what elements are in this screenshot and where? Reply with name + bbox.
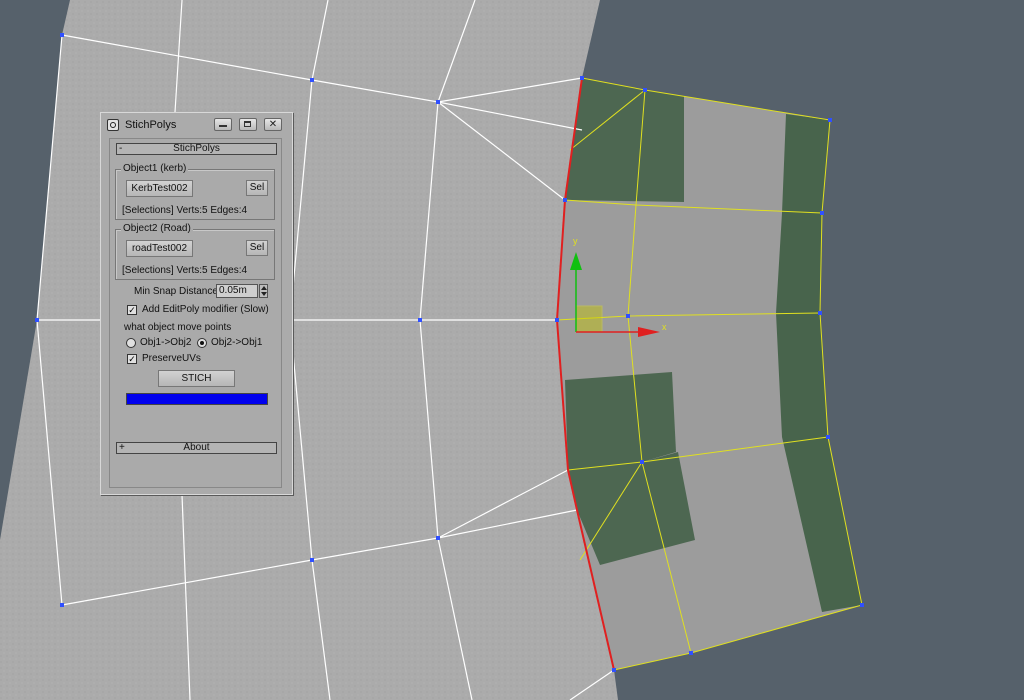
- move-points-label: what object move points: [124, 322, 232, 333]
- object2-selection-info: [Selections] Verts:5 Edges:4: [122, 265, 248, 276]
- object1-group-label: Object1 (kerb): [121, 163, 189, 174]
- progress-bar: [126, 393, 268, 405]
- add-editpoly-checkbox[interactable]: ✓: [127, 305, 137, 315]
- min-snap-input[interactable]: 0.05m: [216, 284, 258, 298]
- radio-obj2-to-obj1-label: Obj2->Obj1: [211, 337, 263, 348]
- min-snap-spinner[interactable]: [259, 284, 268, 298]
- radio-obj1-to-obj2[interactable]: [126, 338, 136, 348]
- object2-group-label: Object2 (Road): [121, 223, 193, 234]
- close-button[interactable]: ✕: [264, 118, 282, 131]
- gizmo-y-label: y: [573, 236, 578, 246]
- stichpolys-dialog[interactable]: StichPolys ✕ - StichPolys Object1 (kerb)…: [100, 112, 293, 495]
- object2-group: Object2 (Road) roadTest002 Sel [Selectio…: [115, 223, 275, 280]
- road-mesh: [0, 0, 618, 700]
- object2-pick-button[interactable]: roadTest002: [126, 240, 193, 257]
- radio-obj2-to-obj1[interactable]: [197, 338, 207, 348]
- object2-sel-button[interactable]: Sel: [246, 240, 268, 256]
- dialog-client: - StichPolys Object1 (kerb) KerbTest002 …: [109, 138, 282, 488]
- kerb-stripe-mid: [565, 372, 676, 470]
- stitch-button[interactable]: STICH: [158, 370, 235, 387]
- rollout-about-header[interactable]: + About: [116, 442, 277, 454]
- app-icon: [107, 119, 119, 131]
- object1-selection-info: [Selections] Verts:5 Edges:4: [122, 205, 248, 216]
- minimize-button[interactable]: [214, 118, 232, 131]
- add-editpoly-label: Add EditPoly modifier (Slow): [142, 304, 269, 315]
- object1-pick-button[interactable]: KerbTest002: [126, 180, 193, 197]
- expand-toggle: +: [119, 442, 125, 453]
- object1-sel-button[interactable]: Sel: [246, 180, 268, 196]
- min-snap-label: Min Snap Distance:: [134, 286, 221, 297]
- gizmo-x-label: x: [662, 322, 667, 332]
- radio-obj1-to-obj2-label: Obj1->Obj2: [140, 337, 192, 348]
- rollout-title: StichPolys: [173, 143, 220, 154]
- maximize-button[interactable]: [239, 118, 257, 131]
- object1-group: Object1 (kerb) KerbTest002 Sel [Selectio…: [115, 163, 275, 220]
- preserve-uvs-checkbox[interactable]: ✓: [127, 354, 137, 364]
- rollout-stichpolys-header[interactable]: - StichPolys: [116, 143, 277, 155]
- preserve-uvs-label: PreserveUVs: [142, 353, 201, 364]
- rollout-title: About: [183, 442, 210, 453]
- dialog-titlebar[interactable]: StichPolys ✕: [101, 113, 292, 137]
- collapse-toggle: -: [119, 143, 123, 154]
- dialog-title: StichPolys: [125, 119, 177, 131]
